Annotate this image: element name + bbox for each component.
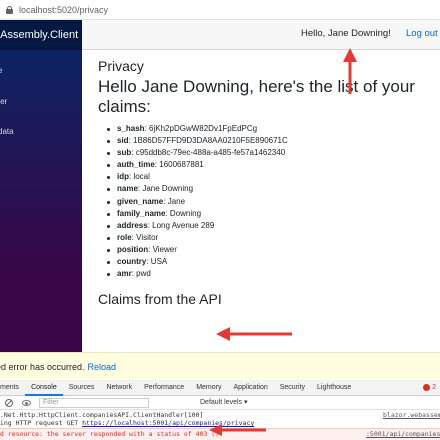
claim-key: role: [117, 232, 132, 242]
list-item: s_hash: 6jKh2pDGwW82Dv1FpEdPCg: [107, 123, 434, 135]
list-item: sub: c95ddb8c-79ec-488a-a485-fe57a146234…: [107, 147, 434, 159]
error-count-badge[interactable]: 2: [423, 384, 436, 391]
claim-key: idp: [117, 172, 129, 182]
tab-console[interactable]: Console: [25, 380, 63, 396]
list-item: country: USA: [107, 256, 434, 268]
error-icon: [423, 384, 431, 391]
claim-value: Jane: [167, 196, 186, 206]
clear-console-icon[interactable]: [4, 398, 14, 408]
log-levels-dropdown[interactable]: Default levels ▾: [200, 398, 247, 406]
up-arrow-annotation: [343, 48, 357, 94]
claim-key: country: [117, 257, 147, 267]
log-text: ding HTTP request GET: [0, 419, 83, 427]
sidebar-item-label: data: [0, 127, 14, 136]
brand-label: bAssembly.Client: [0, 29, 79, 41]
claim-key: address: [117, 220, 148, 230]
list-item: name: Jane Downing: [107, 183, 434, 195]
claim-key: position: [117, 244, 149, 254]
claim-value: pwd: [136, 269, 151, 279]
claim-key: auth_time: [117, 160, 155, 170]
user-greeting: Hello, Jane Downing!: [301, 28, 391, 39]
claim-key: given_name: [117, 196, 164, 206]
tab-performance[interactable]: Performance: [138, 380, 190, 396]
live-expression-eye-icon[interactable]: [22, 399, 31, 406]
list-item: amr: pwd: [107, 268, 434, 280]
claim-key: name: [117, 184, 138, 194]
claim-key: family_name: [117, 208, 166, 218]
tab-memory[interactable]: Memory: [190, 380, 227, 396]
tab-network[interactable]: Network: [100, 380, 138, 396]
list-item: family_name: Downing: [107, 208, 434, 220]
claims-heading: Hello Jane Downing, here's the list of y…: [98, 77, 415, 116]
claim-value: USA: [150, 257, 168, 267]
log-source-link[interactable]: blazor.webassem: [383, 411, 440, 419]
main-content: Privacy Hello Jane Downing, here's the l…: [98, 58, 434, 307]
list-item: given_name: Jane: [107, 196, 434, 208]
error-ui-bar: ed error has occurred. Reload: [0, 352, 440, 380]
url-text[interactable]: localhost:5020/privacy: [19, 5, 108, 15]
claim-value: c95ddb8c-79ec-488a-a485-fe57a1462340: [135, 148, 286, 158]
address-bar[interactable]: localhost:5020/privacy: [0, 0, 440, 20]
tab-sources[interactable]: Sources: [63, 380, 101, 396]
tab-security[interactable]: Security: [274, 380, 311, 396]
tab-application[interactable]: Application: [227, 380, 273, 396]
tab-lighthouse[interactable]: Lighthouse: [311, 380, 357, 396]
tab-elements[interactable]: ments: [0, 380, 25, 396]
list-item: address: Long Avenue 289: [107, 220, 434, 232]
error-source-link[interactable]: :5001/api/companies/pri: [366, 429, 440, 439]
error-count: 2: [432, 384, 436, 391]
sidebar-item-home[interactable]: e: [0, 66, 2, 75]
left-arrow-annotation: [209, 424, 266, 436]
claim-value: 1600687881: [159, 160, 204, 170]
list-item: auth_time: 1600687881: [107, 159, 434, 171]
devtools-tabbar: ments Console Sources Network Performanc…: [0, 380, 440, 396]
claim-value: Visitor: [136, 232, 159, 242]
error-message: ed error has occurred.: [0, 361, 85, 372]
claim-value: local: [133, 172, 150, 182]
claim-value: 1B86D57FFD9D3DA8AA0210F5E890671C: [133, 136, 288, 146]
sidebar: bAssembly.Client e ter data: [0, 20, 82, 360]
claim-value: 6jKh2pDGwW82Dv1FpEdPCg: [149, 124, 258, 133]
sidebar-item-fetch-data[interactable]: data: [0, 127, 14, 136]
error-log-text: ad resource: the server responded with a…: [0, 430, 220, 438]
lock-icon: [6, 5, 13, 14]
api-claims-heading: Claims from the API: [98, 291, 222, 308]
claim-value: Viewer: [152, 244, 177, 254]
list-item: role: Visitor: [107, 232, 434, 244]
claims-list: s_hash: 6jKh2pDGwW82Dv1FpEdPCg sid: 1B86…: [107, 123, 434, 280]
claim-key: sub: [117, 148, 132, 158]
console-toolbar: Filter Default levels ▾: [0, 396, 440, 410]
claim-key: s_hash: [117, 124, 145, 133]
claim-value: Long Avenue 289: [152, 220, 215, 230]
console-filter-input[interactable]: Filter: [39, 397, 149, 408]
left-arrow-annotation: [216, 327, 292, 341]
reload-link[interactable]: Reload: [88, 362, 117, 372]
sidebar-item-counter[interactable]: ter: [0, 97, 7, 106]
brand-link[interactable]: bAssembly.Client: [0, 20, 82, 50]
sidebar-item-label: ter: [0, 97, 8, 106]
log-line: n.Net.Http.HttpClient.companiesAPI.Clien…: [0, 411, 204, 419]
list-item: idp: local: [107, 171, 434, 183]
claim-key: amr: [117, 269, 132, 279]
sidebar-item-label: e: [0, 66, 3, 75]
claim-key: sid: [117, 136, 129, 146]
page-title: Privacy: [98, 58, 144, 74]
claim-value: Jane Downing: [142, 184, 194, 194]
top-row: Hello, Jane Downing! Log out: [82, 20, 440, 50]
list-item: sid: 1B86D57FFD9D3DA8AA0210F5E890671C: [107, 135, 434, 147]
list-item: position: Viewer: [107, 244, 434, 256]
claim-value: Downing: [169, 208, 202, 218]
logout-link[interactable]: Log out: [406, 28, 438, 39]
